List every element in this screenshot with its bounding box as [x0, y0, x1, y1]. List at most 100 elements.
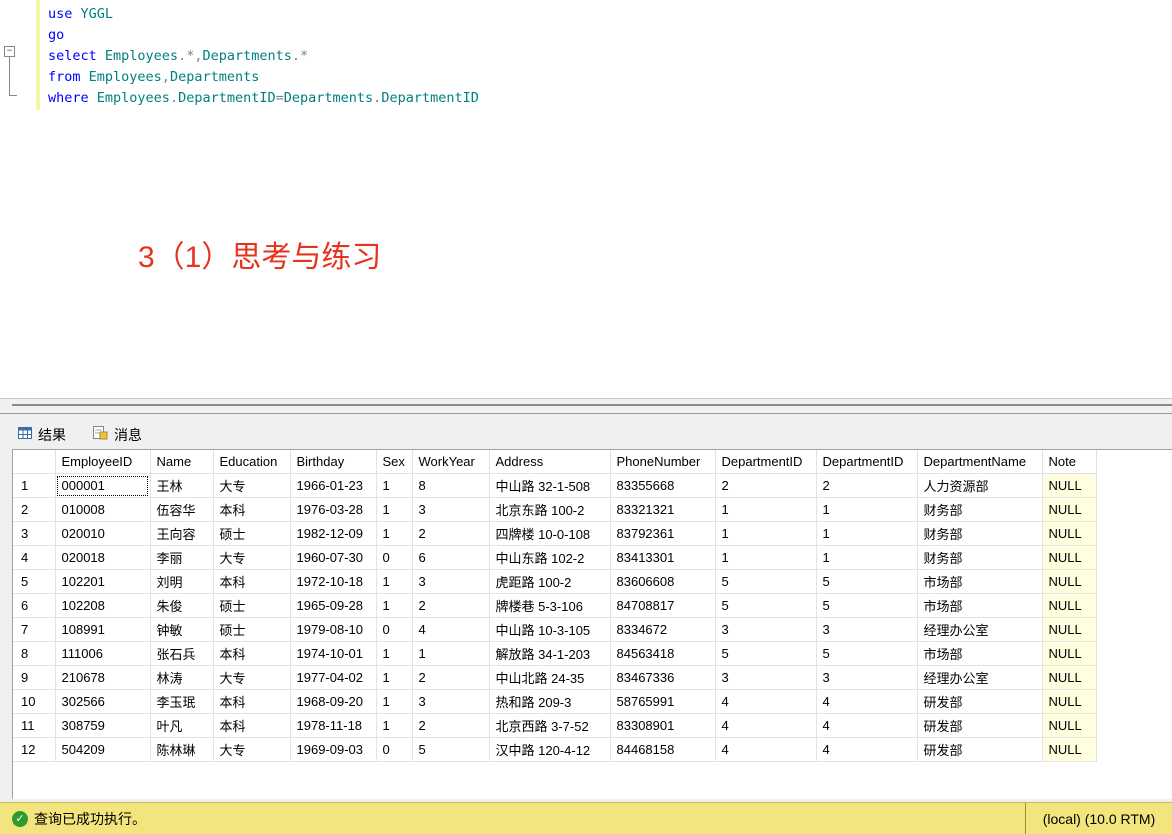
table-cell[interactable]: 本科 — [213, 497, 291, 522]
row-number[interactable]: 8 — [13, 641, 56, 666]
table-cell[interactable]: 4 — [816, 689, 918, 714]
table-cell[interactable]: 83355668 — [610, 473, 716, 498]
table-cell[interactable]: 3 — [715, 665, 817, 690]
table-cell[interactable]: 4 — [715, 737, 817, 762]
table-cell[interactable]: 财务部 — [917, 497, 1043, 522]
table-cell[interactable]: 钟敏 — [150, 617, 214, 642]
column-header[interactable]: PhoneNumber — [610, 450, 716, 474]
table-cell[interactable]: 1 — [816, 521, 918, 546]
table-cell[interactable]: 研发部 — [917, 689, 1043, 714]
table-cell[interactable]: 8334672 — [610, 617, 716, 642]
row-number[interactable]: 4 — [13, 545, 56, 570]
column-header[interactable]: Address — [489, 450, 611, 474]
table-cell[interactable]: 4 — [715, 689, 817, 714]
table-cell[interactable]: 8 — [412, 473, 490, 498]
table-cell[interactable]: 中山东路 102-2 — [489, 545, 611, 570]
table-cell[interactable]: 1 — [715, 497, 817, 522]
table-cell[interactable]: 4 — [816, 737, 918, 762]
table-cell[interactable]: NULL — [1042, 473, 1097, 498]
table-cell[interactable]: 硕士 — [213, 593, 291, 618]
table-cell[interactable]: 83467336 — [610, 665, 716, 690]
table-cell[interactable]: 2 — [816, 473, 918, 498]
column-header[interactable]: Education — [213, 450, 291, 474]
collapse-toggle-icon[interactable]: − — [4, 46, 15, 57]
code-line[interactable]: use YGGL — [48, 4, 479, 25]
table-cell[interactable]: 中山路 10-3-105 — [489, 617, 611, 642]
table-cell[interactable]: 111006 — [55, 641, 151, 666]
table-cell[interactable]: 4 — [816, 713, 918, 738]
table-row[interactable]: 12 504209 陈林琳 大专 1969-09-03 0 5 汉中路 120-4-12 844… — [13, 737, 1097, 762]
table-cell[interactable]: 1 — [816, 545, 918, 570]
table-cell[interactable]: 302566 — [55, 689, 151, 714]
table-cell[interactable]: 四牌楼 10-0-108 — [489, 521, 611, 546]
code-line[interactable]: from Employees,Departments — [48, 67, 479, 88]
table-cell[interactable]: 1 — [376, 473, 413, 498]
table-cell[interactable]: 陈林琳 — [150, 737, 214, 762]
table-cell[interactable]: 5 — [816, 569, 918, 594]
table-cell[interactable]: 1 — [376, 641, 413, 666]
table-row[interactable]: 3 020010 王向容 硕士 1982-12-09 1 2 四牌楼 10-0-108 8379… — [13, 521, 1097, 546]
table-cell[interactable]: NULL — [1042, 521, 1097, 546]
table-cell[interactable]: 84708817 — [610, 593, 716, 618]
table-cell[interactable]: 热和路 209-3 — [489, 689, 611, 714]
table-cell[interactable]: 市场部 — [917, 641, 1043, 666]
table-cell[interactable]: 林涛 — [150, 665, 214, 690]
column-header[interactable]: Note — [1042, 450, 1097, 474]
table-cell[interactable]: 308759 — [55, 713, 151, 738]
table-row[interactable]: 11 308759 叶凡 本科 1978-11-18 1 2 北京西路 3-7-52 83308… — [13, 713, 1097, 738]
table-cell[interactable]: 2 — [412, 593, 490, 618]
table-cell[interactable]: 张石兵 — [150, 641, 214, 666]
table-cell[interactable]: 1 — [715, 521, 817, 546]
row-number[interactable]: 11 — [13, 713, 56, 738]
table-cell[interactable]: 2 — [412, 665, 490, 690]
sql-code[interactable]: use YGGL go select Employees.*,Departments… — [48, 4, 479, 109]
table-cell[interactable]: 1969-09-03 — [290, 737, 377, 762]
row-number[interactable]: 10 — [13, 689, 56, 714]
table-cell[interactable]: 3 — [412, 689, 490, 714]
row-number[interactable]: 7 — [13, 617, 56, 642]
table-cell[interactable]: 伍容华 — [150, 497, 214, 522]
table-cell[interactable]: 1 — [412, 641, 490, 666]
table-cell[interactable]: 3 — [412, 569, 490, 594]
code-line[interactable]: select Employees.*,Departments.* — [48, 46, 479, 67]
column-header[interactable]: Name — [150, 450, 214, 474]
column-header[interactable]: Birthday — [290, 450, 377, 474]
column-header[interactable]: EmployeeID — [55, 450, 151, 474]
table-cell[interactable]: 0 — [376, 737, 413, 762]
table-cell[interactable]: NULL — [1042, 617, 1097, 642]
column-header[interactable]: DepartmentID — [816, 450, 918, 474]
row-number[interactable]: 3 — [13, 521, 56, 546]
table-cell[interactable]: 朱俊 — [150, 593, 214, 618]
table-cell[interactable]: 1976-03-28 — [290, 497, 377, 522]
table-cell[interactable]: 虎距路 100-2 — [489, 569, 611, 594]
table-cell[interactable]: 李丽 — [150, 545, 214, 570]
table-cell[interactable]: 中山北路 24-35 — [489, 665, 611, 690]
table-cell[interactable]: 1972-10-18 — [290, 569, 377, 594]
table-row[interactable]: 4 020018 李丽 大专 1960-07-30 0 6 中山东路 102-2 8341330… — [13, 545, 1097, 570]
table-row[interactable]: 1 000001 王林 大专 1966-01-23 1 8 中山路 32-1-508 83355… — [13, 473, 1097, 498]
table-cell[interactable]: 经理办公室 — [917, 617, 1043, 642]
table-row[interactable]: 8 111006 张石兵 本科 1974-10-01 1 1 解放路 34-1-203 8456… — [13, 641, 1097, 666]
table-row[interactable]: 9 210678 林涛 大专 1977-04-02 1 2 中山北路 24-35 8346733… — [13, 665, 1097, 690]
table-cell[interactable]: 2 — [412, 713, 490, 738]
table-cell[interactable]: 市场部 — [917, 593, 1043, 618]
table-cell[interactable]: 叶凡 — [150, 713, 214, 738]
table-cell[interactable]: 1966-01-23 — [290, 473, 377, 498]
table-cell[interactable]: 000001 — [55, 473, 151, 498]
table-cell[interactable]: NULL — [1042, 737, 1097, 762]
table-cell[interactable]: 市场部 — [917, 569, 1043, 594]
table-cell[interactable]: 102208 — [55, 593, 151, 618]
table-cell[interactable]: 58765991 — [610, 689, 716, 714]
table-cell[interactable]: 0 — [376, 617, 413, 642]
table-cell[interactable]: 中山路 32-1-508 — [489, 473, 611, 498]
table-cell[interactable]: 硕士 — [213, 521, 291, 546]
table-cell[interactable]: 83606608 — [610, 569, 716, 594]
table-cell[interactable]: 84563418 — [610, 641, 716, 666]
row-number[interactable]: 5 — [13, 569, 56, 594]
tab-messages[interactable]: 消息 — [92, 422, 142, 448]
table-cell[interactable]: 1 — [376, 665, 413, 690]
table-cell[interactable]: NULL — [1042, 641, 1097, 666]
table-cell[interactable]: 大专 — [213, 665, 291, 690]
table-cell[interactable]: NULL — [1042, 665, 1097, 690]
column-header[interactable]: DepartmentName — [917, 450, 1043, 474]
